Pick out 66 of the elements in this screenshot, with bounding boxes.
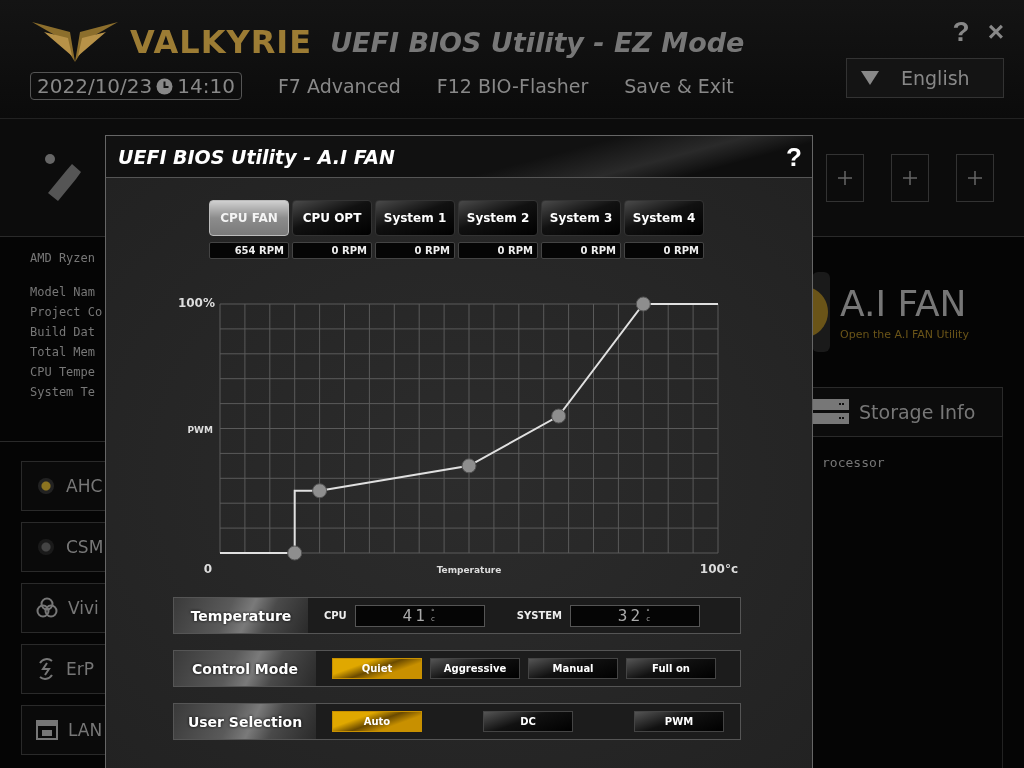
close-button[interactable]: ×	[987, 18, 1004, 46]
rpm-readout: 654 RPM	[209, 242, 289, 259]
fan-tab[interactable]: System 3	[541, 200, 621, 236]
rpm-readout: 0 RPM	[541, 242, 621, 259]
menu-link[interactable]: Save & Exit	[624, 75, 734, 97]
caret-icon	[861, 71, 879, 85]
storage-text: rocessor	[822, 455, 885, 470]
curve-handle[interactable]	[312, 483, 328, 499]
rpm-readout: 0 RPM	[458, 242, 538, 259]
x-axis-label: Temperature	[436, 565, 502, 575]
cpu-name: AMD Ryzen	[30, 251, 97, 265]
date-text: 2022/10/23	[37, 74, 153, 98]
info-label: Model Nam	[30, 285, 97, 299]
curve-handle[interactable]	[287, 545, 303, 561]
brand-logo: VALKYRIE	[130, 23, 313, 61]
clock-icon	[156, 77, 174, 95]
help-button[interactable]: ?	[952, 18, 970, 46]
sensor-label: SYSTEM	[516, 610, 562, 621]
rpm-readout: 0 RPM	[292, 242, 372, 259]
x-min-label: 0	[203, 562, 213, 576]
curve-handle[interactable]	[551, 408, 567, 424]
add-slot[interactable]	[826, 153, 864, 202]
dialog-title: UEFI BIOS Utility - A.I FAN	[118, 145, 395, 168]
curve-handle[interactable]	[635, 296, 651, 312]
circles-icon	[36, 597, 58, 619]
ai-fan-title: A.I FAN	[840, 283, 968, 324]
time-text: 14:10	[177, 74, 235, 98]
fan-tab[interactable]: System 2	[458, 200, 538, 236]
plus-icon	[903, 170, 917, 185]
plus-icon	[968, 170, 982, 185]
y-max-label: 100%	[177, 296, 215, 310]
fan-tab[interactable]: System 4	[624, 200, 704, 236]
rpm-readout: 0 RPM	[624, 242, 704, 259]
mode-button[interactable]: Full on	[626, 658, 716, 679]
menu-link[interactable]: F7 Advanced	[277, 75, 401, 97]
x-max-label: 100°c	[699, 562, 738, 576]
mode-button[interactable]: Aggressive	[430, 658, 520, 679]
language-dropdown[interactable]: English	[846, 58, 1004, 98]
add-slot[interactable]	[956, 153, 994, 202]
help-button[interactable]: ?	[786, 143, 802, 170]
row-label: Temperature	[174, 598, 308, 633]
mode-button[interactable]: PWM	[634, 711, 724, 732]
fan-tab[interactable]: CPU OPT	[292, 200, 372, 236]
add-slot[interactable]	[891, 153, 929, 202]
mode-button[interactable]: Manual	[528, 658, 618, 679]
row-label: User Selection	[174, 704, 316, 739]
y-axis-label: PWM	[187, 424, 213, 435]
info-label: CPU Tempe	[30, 365, 97, 379]
curve-handle[interactable]	[461, 458, 477, 474]
menu-link[interactable]: F12 BIO-Flasher	[436, 75, 589, 97]
network-port-icon	[36, 719, 58, 741]
mode-button[interactable]: DC	[483, 711, 573, 732]
power-cycle-icon	[36, 657, 56, 681]
info-label: System Te	[30, 385, 97, 399]
info-label: Build Dat	[30, 325, 97, 339]
mode-button[interactable]: Auto	[332, 711, 422, 732]
server-icon	[813, 399, 849, 425]
row-label: Control Mode	[174, 651, 316, 686]
info-label: Total Mem	[30, 345, 97, 359]
sensor-label: CPU	[323, 610, 347, 621]
fan-tab[interactable]: System 1	[375, 200, 455, 236]
plus-icon	[838, 170, 852, 185]
page-title: UEFI BIOS Utility - EZ Mode	[330, 26, 745, 58]
rpm-readout: 0 RPM	[375, 242, 455, 259]
mode-button[interactable]: Quiet	[332, 658, 422, 679]
info-label: Project Co	[30, 305, 104, 319]
